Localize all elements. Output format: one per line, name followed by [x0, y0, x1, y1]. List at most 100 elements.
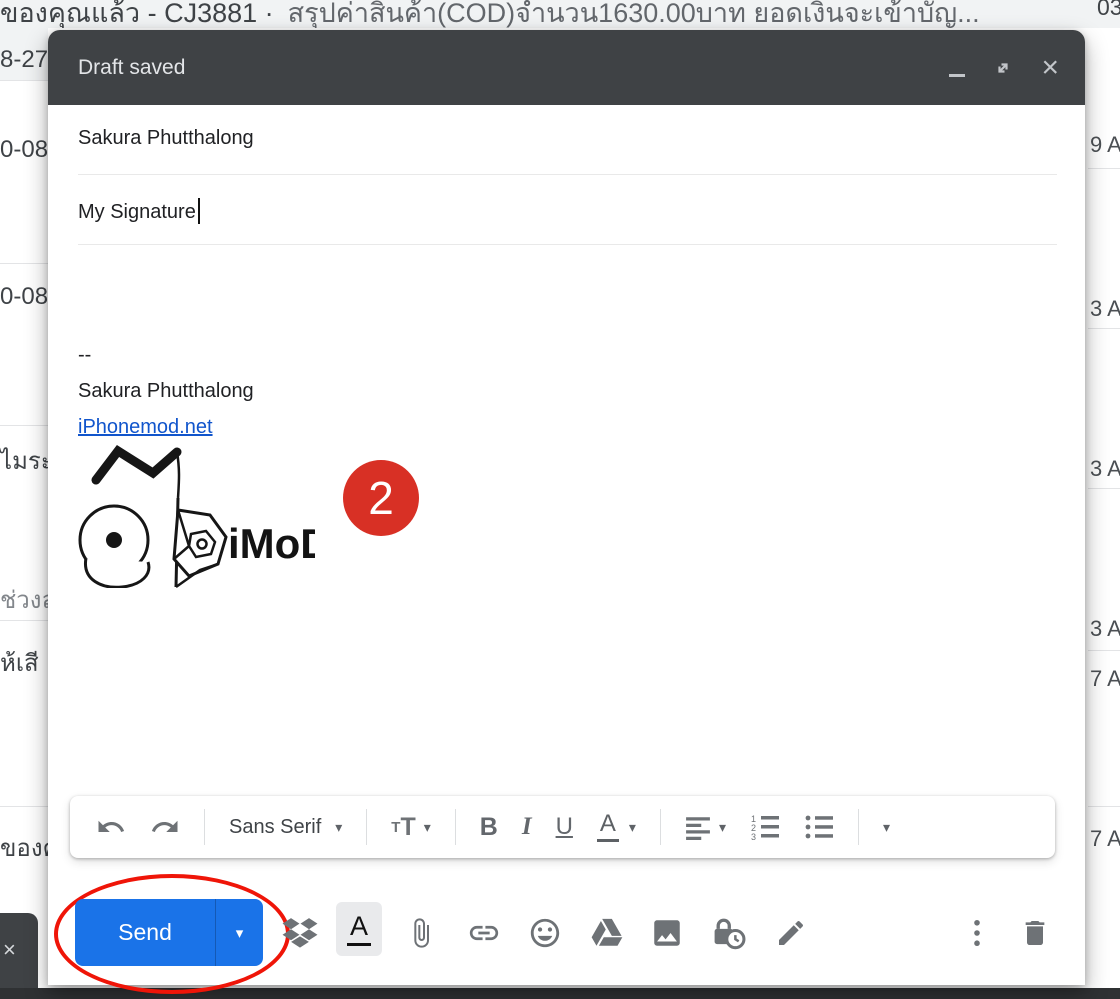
draft-status-title: Draft saved: [78, 30, 185, 105]
row-divider: [0, 620, 48, 621]
send-label: Send: [75, 899, 215, 966]
subject-field[interactable]: My Signature: [78, 198, 200, 224]
numbered-list-button[interactable]: 1 2 3: [750, 813, 780, 841]
text-size-icon: T: [391, 819, 400, 836]
field-divider: [78, 174, 1057, 175]
insert-photo-button[interactable]: [647, 913, 687, 953]
bulleted-list-button[interactable]: [804, 813, 834, 841]
dropbox-icon: [282, 917, 318, 949]
row-divider: [0, 806, 48, 807]
chevron-down-icon: ▾: [629, 819, 636, 836]
minimized-close-icon[interactable]: ×: [3, 937, 16, 963]
formatting-color-bar: [347, 943, 371, 946]
insert-link-button[interactable]: [464, 913, 504, 953]
row-divider: [1088, 488, 1120, 489]
toolbar-divider: [366, 809, 367, 845]
send-options-button[interactable]: ▾: [216, 899, 263, 966]
underline-button[interactable]: U: [556, 813, 573, 841]
confidential-mode-icon: [711, 915, 747, 951]
insert-link-icon: [467, 916, 501, 950]
inbox-date-fragment: 0-08: [0, 136, 48, 164]
row-divider: [1088, 806, 1120, 807]
inbox-row-top[interactable]: ของคุณแล้ว - CJ3881 ·สรุปค่าสินค้า(COD)จ…: [0, 0, 1120, 28]
insert-signature-button[interactable]: [771, 913, 811, 953]
inbox-date-fragment: 3 Au: [1090, 616, 1120, 642]
window-controls: ×: [949, 30, 1059, 105]
formatting-toolbar: Sans Serif ▾ TT ▾ B I U A ▾ ▾: [70, 796, 1055, 858]
row-divider: [0, 425, 48, 426]
numbered-list-icon: 1 2 3: [750, 813, 780, 841]
recipient-name: Sakura Phutthalong: [78, 127, 254, 149]
compose-titlebar[interactable]: Draft saved ×: [48, 30, 1085, 105]
row-divider: [1088, 328, 1120, 329]
google-drive-button[interactable]: [587, 913, 627, 953]
more-options-button[interactable]: [957, 913, 997, 953]
row-divider: [1088, 168, 1120, 169]
field-divider: [78, 244, 1057, 245]
signature-delimiter: --: [78, 344, 91, 367]
inbox-date-fragment: 0-08: [0, 283, 48, 311]
inbox-date-fragment: 8-27: [0, 46, 48, 74]
inbox-text-fragment: ห้เสี: [0, 643, 39, 682]
more-formats-button[interactable]: ▾: [883, 819, 890, 836]
expand-icon[interactable]: [991, 56, 1015, 80]
text-cursor: [198, 198, 200, 224]
signature-link[interactable]: iPhonemod.net: [78, 416, 213, 439]
align-button[interactable]: ▾: [685, 814, 726, 840]
pen-icon: [775, 917, 807, 949]
attach-file-icon: [405, 917, 437, 949]
inbox-date-fragment: 7 Au: [1090, 666, 1120, 692]
chevron-down-icon: ▾: [719, 819, 726, 836]
insert-emoji-icon: [528, 916, 562, 950]
chevron-down-icon: ▾: [424, 819, 431, 836]
row-divider: [0, 80, 48, 81]
inbox-row-text: ของคุณแล้ว - CJ3881 ·สรุปค่าสินค้า(COD)จ…: [0, 0, 980, 28]
imod-logo-text: iMoD: [228, 520, 315, 567]
inbox-date-fragment: 3 Au: [1090, 296, 1120, 322]
insert-emoji-button[interactable]: [525, 913, 565, 953]
attach-file-button[interactable]: [401, 913, 441, 953]
more-options-icon: [973, 919, 981, 947]
font-family-selector[interactable]: Sans Serif ▾: [229, 816, 342, 839]
color-bar: [597, 839, 619, 842]
dropbox-button[interactable]: [280, 913, 320, 953]
row-divider: [0, 263, 48, 264]
close-icon[interactable]: ×: [1041, 53, 1059, 83]
recipient-field[interactable]: Sakura Phutthalong: [78, 127, 254, 150]
chevron-down-icon: ▾: [883, 819, 890, 836]
italic-button[interactable]: I: [522, 813, 532, 841]
bold-button[interactable]: B: [480, 813, 498, 842]
text-color-button[interactable]: A ▾: [597, 812, 636, 842]
signature-name: Sakura Phutthalong: [78, 380, 254, 403]
formatting-options-icon: A: [350, 913, 368, 940]
redo-icon: [150, 812, 180, 842]
redo-button[interactable]: [150, 812, 180, 842]
text-size-button[interactable]: TT ▾: [391, 813, 430, 842]
minimized-window-tab[interactable]: ×: [0, 913, 38, 988]
toolbar-divider: [858, 809, 859, 845]
trash-icon: [1019, 917, 1051, 949]
toolbar-divider: [455, 809, 456, 845]
send-button[interactable]: Send ▾: [75, 899, 263, 966]
inbox-snippet-fragment: สรุปค่าสินค้า(COD)จำนวน1630.00บาท ยอดเงิ…: [288, 0, 980, 28]
discard-draft-button[interactable]: [1015, 913, 1055, 953]
screen: ของคุณแล้ว - CJ3881 ·สรุปค่าสินค้า(COD)จ…: [0, 0, 1120, 999]
message-body[interactable]: -- Sakura Phutthalong iPhonemod.net iMoD: [48, 260, 1085, 790]
inbox-date-fragment: 7 Au: [1090, 826, 1120, 852]
formatting-options-button[interactable]: A: [336, 902, 382, 956]
undo-button[interactable]: [96, 812, 126, 842]
inbox-date-fragment: 3 Au: [1090, 456, 1120, 482]
minimize-icon[interactable]: [949, 74, 965, 77]
insert-photo-icon: [650, 916, 684, 950]
subject-text: My Signature: [78, 201, 196, 223]
font-family-label: Sans Serif: [229, 816, 321, 839]
confidential-mode-button[interactable]: [709, 913, 749, 953]
inbox-text-fragment: ไมระ: [0, 441, 54, 480]
text-size-icon-big: T: [400, 813, 415, 842]
inbox-date-fragment: 9 Au: [1090, 132, 1120, 158]
toolbar-divider: [204, 809, 205, 845]
bulleted-list-icon: [804, 813, 834, 841]
undo-icon: [96, 812, 126, 842]
google-drive-icon: [590, 916, 624, 950]
chevron-down-icon: ▾: [335, 819, 342, 836]
